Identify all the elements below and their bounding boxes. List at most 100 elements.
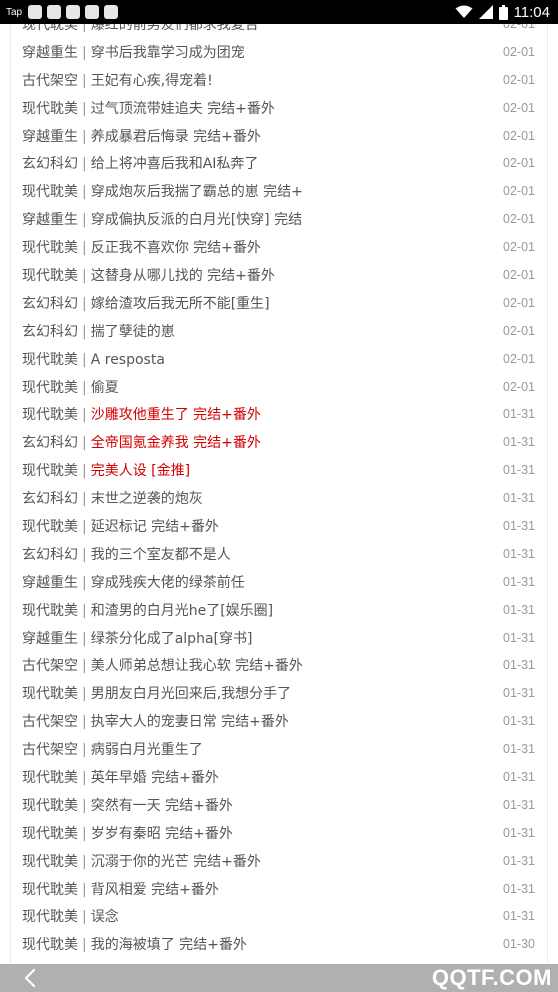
book-title[interactable]: 突然有一天 完结+番外: [91, 798, 233, 814]
book-entry[interactable]: 现代耽美 | 完美人设 [金推]: [22, 460, 190, 480]
book-title[interactable]: 过气顶流带娃追夫 完结+番外: [91, 101, 275, 117]
list-item[interactable]: 现代耽美 | 爆红的前男友们都求我复合 02-01: [11, 24, 547, 38]
list-item[interactable]: 现代耽美 | 反正我不喜欢你 完结+番外 02-01: [11, 233, 547, 261]
chevron-left-icon[interactable]: [18, 967, 44, 989]
book-title[interactable]: 英年早婚 完结+番外: [91, 770, 219, 786]
list-item[interactable]: 现代耽美 | 我的海被填了 完结+番外 01-30: [11, 930, 547, 958]
book-entry[interactable]: 现代耽美 | 沙雕攻他重生了 完结+番外: [22, 404, 261, 424]
book-title[interactable]: 穿书后我靠学习成为团宠: [91, 45, 245, 61]
book-title[interactable]: 穿成炮灰后我揣了霸总的崽 完结+: [91, 184, 303, 200]
list-item[interactable]: 穿越重生 | 穿成偏执反派的白月光[快穿] 完结 02-01: [11, 205, 547, 233]
list-item[interactable]: 现代耽美 | 过气顶流带娃追夫 完结+番外 02-01: [11, 94, 547, 122]
book-title[interactable]: 嫁给渣攻后我无所不能[重生]: [91, 296, 270, 312]
book-entry[interactable]: 玄幻科幻 | 嫁给渣攻后我无所不能[重生]: [22, 293, 270, 313]
book-title[interactable]: 穿成残疾大佬的绿茶前任: [91, 575, 245, 591]
list-item[interactable]: 现代耽美 | 岁岁有秦昭 完结+番外 01-31: [11, 819, 547, 847]
book-entry[interactable]: 玄幻科幻 | 全帝国氪金养我 完结+番外: [22, 432, 261, 452]
list-item[interactable]: 玄幻科幻 | 末世之逆袭的炮灰 01-31: [11, 484, 547, 512]
book-entry[interactable]: 玄幻科幻 | 揣了孽徒的崽: [22, 321, 175, 341]
list-item[interactable]: 现代耽美 | 穿成炮灰后我揣了霸总的崽 完结+ 02-01: [11, 177, 547, 205]
book-entry[interactable]: 现代耽美 | 爆红的前男友们都求我复合: [22, 24, 259, 34]
book-entry[interactable]: 现代耽美 | 和渣男的白月光he了[娱乐圈]: [22, 600, 273, 620]
book-entry[interactable]: 现代耽美 | 英年早婚 完结+番外: [22, 767, 219, 787]
list-item[interactable]: 现代耽美 | 沙雕攻他重生了 完结+番外 01-31: [11, 400, 547, 428]
book-title[interactable]: 偷夏: [91, 380, 119, 396]
book-entry[interactable]: 古代架空 | 病弱白月光重生了: [22, 739, 203, 759]
book-entry[interactable]: 现代耽美 | A resposta: [22, 349, 165, 369]
book-entry[interactable]: 穿越重生 | 绿茶分化成了alpha[穿书]: [22, 628, 252, 648]
book-title[interactable]: A resposta: [91, 352, 165, 368]
book-title[interactable]: 全帝国氪金养我 完结+番外: [91, 435, 261, 451]
book-entry[interactable]: 穿越重生 | 穿成偏执反派的白月光[快穿] 完结: [22, 209, 302, 229]
book-entry[interactable]: 现代耽美 | 延迟标记 完结+番外: [22, 516, 219, 536]
list-item[interactable]: 玄幻科幻 | 给上将冲喜后我和AI私奔了 02-01: [11, 149, 547, 177]
book-title[interactable]: 沙雕攻他重生了 完结+番外: [91, 407, 261, 423]
book-title[interactable]: 我的三个室友都不是人: [91, 547, 231, 563]
book-entry[interactable]: 古代架空 | 王妃有心疾,得宠着!: [22, 70, 213, 90]
list-item[interactable]: 古代架空 | 病弱白月光重生了 01-31: [11, 735, 547, 763]
book-title[interactable]: 我的海被填了 完结+番外: [91, 937, 247, 953]
book-entry[interactable]: 现代耽美 | 反正我不喜欢你 完结+番外: [22, 237, 261, 257]
book-title[interactable]: 美人师弟总想让我心软 完结+番外: [91, 658, 303, 674]
list-item[interactable]: 现代耽美 | 误念 01-31: [11, 903, 547, 931]
list-item[interactable]: 现代耽美 | 沉溺于你的光芒 完结+番外 01-31: [11, 847, 547, 875]
book-title[interactable]: 末世之逆袭的炮灰: [91, 491, 203, 507]
book-title[interactable]: 误念: [91, 909, 119, 925]
book-title[interactable]: 穿成偏执反派的白月光[快穿] 完结: [91, 212, 302, 228]
book-title[interactable]: 和渣男的白月光he了[娱乐圈]: [91, 603, 273, 619]
list-item[interactable]: 现代耽美 | 英年早婚 完结+番外 01-31: [11, 763, 547, 791]
list-item[interactable]: 古代架空 | 执宰大人的宠妻日常 完结+番外 01-31: [11, 707, 547, 735]
book-title[interactable]: 延迟标记 完结+番外: [91, 519, 219, 535]
list-item[interactable]: 现代耽美 | 完美人设 [金推] 01-31: [11, 456, 547, 484]
book-entry[interactable]: 古代架空 | 执宰大人的宠妻日常 完结+番外: [22, 711, 289, 731]
list-item[interactable]: 古代架空 | 美人师弟总想让我心软 完结+番外 01-31: [11, 651, 547, 679]
book-title[interactable]: 爆红的前男友们都求我复合: [91, 24, 259, 33]
list-item[interactable]: 穿越重生 | 穿成残疾大佬的绿茶前任 01-31: [11, 568, 547, 596]
book-entry[interactable]: 现代耽美 | 偷夏: [22, 377, 119, 397]
list-item[interactable]: 现代耽美 | 延迟标记 完结+番外 01-31: [11, 512, 547, 540]
list-item[interactable]: 玄幻科幻 | 揣了孽徒的崽 02-01: [11, 317, 547, 345]
book-entry[interactable]: 玄幻科幻 | 末世之逆袭的炮灰: [22, 488, 203, 508]
book-title[interactable]: 沉溺于你的光芒 完结+番外: [91, 854, 261, 870]
book-entry[interactable]: 现代耽美 | 岁岁有秦昭 完结+番外: [22, 823, 233, 843]
book-entry[interactable]: 穿越重生 | 养成暴君后悔录 完结+番外: [22, 126, 261, 146]
list-item[interactable]: 玄幻科幻 | 我的三个室友都不是人 01-31: [11, 540, 547, 568]
book-entry[interactable]: 现代耽美 | 沉溺于你的光芒 完结+番外: [22, 851, 261, 871]
list-item[interactable]: 现代耽美 | 和渣男的白月光he了[娱乐圈] 01-31: [11, 596, 547, 624]
book-title[interactable]: 绿茶分化成了alpha[穿书]: [91, 631, 253, 647]
book-entry[interactable]: 现代耽美 | 突然有一天 完结+番外: [22, 795, 233, 815]
book-title[interactable]: 病弱白月光重生了: [91, 742, 203, 758]
list-item[interactable]: 玄幻科幻 | 全帝国氪金养我 完结+番外 01-31: [11, 428, 547, 456]
book-entry[interactable]: 古代架空 | 美人师弟总想让我心软 完结+番外: [22, 655, 303, 675]
book-entry[interactable]: 玄幻科幻 | 给上将冲喜后我和AI私奔了: [22, 153, 258, 173]
book-title[interactable]: 岁岁有秦昭 完结+番外: [91, 826, 233, 842]
list-item[interactable]: 现代耽美 | 偷夏 02-01: [11, 373, 547, 401]
book-title[interactable]: 反正我不喜欢你 完结+番外: [91, 240, 261, 256]
book-title[interactable]: 养成暴君后悔录 完结+番外: [91, 129, 261, 145]
book-title[interactable]: 背风相爱 完结+番外: [91, 882, 219, 898]
list-item[interactable]: 穿越重生 | 养成暴君后悔录 完结+番外 02-01: [11, 122, 547, 150]
list-item[interactable]: 现代耽美 | 这替身从哪儿找的 完结+番外 02-01: [11, 261, 547, 289]
book-entry[interactable]: 穿越重生 | 穿成残疾大佬的绿茶前任: [22, 572, 245, 592]
book-entry[interactable]: 现代耽美 | 背风相爱 完结+番外: [22, 879, 219, 899]
book-title[interactable]: 这替身从哪儿找的 完结+番外: [91, 268, 275, 284]
book-title[interactable]: 男朋友白月光回来后,我想分手了: [91, 686, 291, 702]
list-item[interactable]: 穿越重生 | 穿书后我靠学习成为团宠 02-01: [11, 38, 547, 66]
list-item[interactable]: 现代耽美 | 背风相爱 完结+番外 01-31: [11, 875, 547, 903]
list-item[interactable]: 现代耽美 | A resposta 02-01: [11, 345, 547, 373]
list-item[interactable]: 穿越重生 | 绿茶分化成了alpha[穿书] 01-31: [11, 624, 547, 652]
book-entry[interactable]: 现代耽美 | 这替身从哪儿找的 完结+番外: [22, 265, 275, 285]
book-entry[interactable]: 玄幻科幻 | 我的三个室友都不是人: [22, 544, 231, 564]
book-entry[interactable]: 现代耽美 | 穿成炮灰后我揣了霸总的崽 完结+: [22, 181, 303, 201]
book-entry[interactable]: 穿越重生 | 穿书后我靠学习成为团宠: [22, 42, 245, 62]
book-title[interactable]: 执宰大人的宠妻日常 完结+番外: [91, 714, 289, 730]
list-item[interactable]: 古代架空 | 王妃有心疾,得宠着! 02-01: [11, 66, 547, 94]
book-entry[interactable]: 现代耽美 | 误念: [22, 906, 119, 926]
book-title[interactable]: 王妃有心疾,得宠着!: [91, 73, 213, 89]
list-item[interactable]: 现代耽美 | 突然有一天 完结+番外 01-31: [11, 791, 547, 819]
book-title[interactable]: 完美人设 [金推]: [91, 463, 190, 479]
book-title[interactable]: 给上将冲喜后我和AI私奔了: [91, 156, 259, 172]
list-item[interactable]: 玄幻科幻 | 嫁给渣攻后我无所不能[重生] 02-01: [11, 289, 547, 317]
book-entry[interactable]: 现代耽美 | 男朋友白月光回来后,我想分手了: [22, 683, 291, 703]
book-entry[interactable]: 现代耽美 | 我的海被填了 完结+番外: [22, 934, 247, 954]
